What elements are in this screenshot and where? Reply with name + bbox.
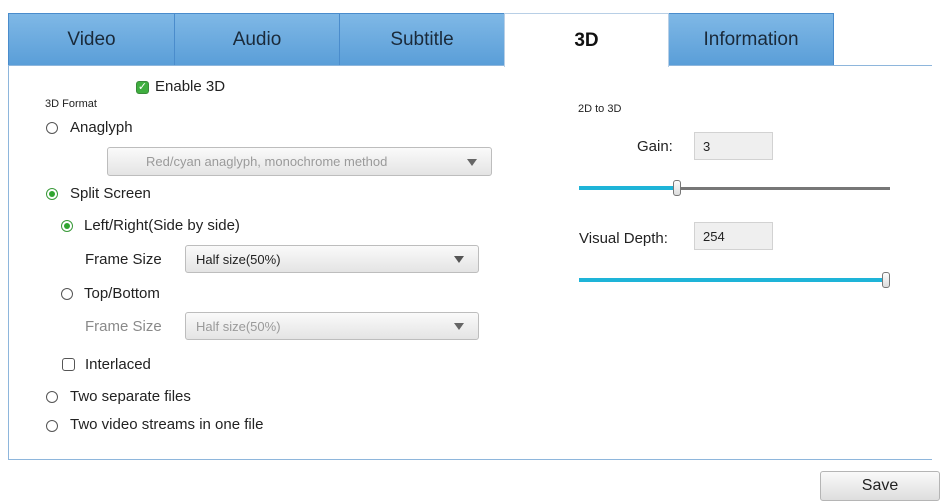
- lr-frame-size-label: Frame Size: [85, 251, 162, 268]
- visual-depth-slider[interactable]: [579, 272, 890, 288]
- left-right-label: Left/Right(Side by side): [84, 217, 240, 234]
- tb-frame-size-value: Half size(50%): [196, 318, 281, 334]
- top-bottom-label: Top/Bottom: [84, 285, 160, 302]
- save-button[interactable]: Save: [820, 471, 940, 501]
- visual-depth-input[interactable]: 254: [694, 222, 773, 250]
- gain-label: Gain:: [637, 138, 673, 155]
- depth-slider-handle[interactable]: [882, 272, 890, 288]
- tab-information[interactable]: Information: [668, 13, 834, 65]
- chevron-down-icon: [454, 256, 464, 263]
- enable-3d-checkbox[interactable]: ✓: [136, 81, 149, 94]
- tab-subtitle[interactable]: Subtitle: [339, 13, 505, 65]
- gain-value: 3: [703, 138, 711, 154]
- tb-frame-size-label: Frame Size: [85, 318, 162, 335]
- interlaced-label: Interlaced: [85, 356, 151, 373]
- split-screen-radio[interactable]: [46, 188, 58, 200]
- conversion-section-label: 2D to 3D: [578, 103, 622, 115]
- gain-slider-handle[interactable]: [673, 180, 681, 196]
- anaglyph-label: Anaglyph: [70, 119, 133, 136]
- save-button-label: Save: [861, 477, 899, 494]
- tab-3d-label: 3D: [574, 29, 599, 51]
- gain-slider-fill: [579, 186, 677, 190]
- visual-depth-label: Visual Depth:: [579, 230, 668, 247]
- gain-slider[interactable]: [579, 180, 890, 196]
- lr-frame-size-value: Half size(50%): [196, 251, 281, 267]
- two-files-label: Two separate files: [70, 388, 191, 405]
- anaglyph-method-value: Red/cyan anaglyph, monochrome method: [146, 154, 388, 169]
- two-streams-label: Two video streams in one file: [70, 416, 264, 433]
- tab-subtitle-label: Subtitle: [390, 28, 454, 50]
- depth-slider-fill: [579, 278, 886, 282]
- chevron-down-icon: [467, 158, 477, 166]
- two-files-radio[interactable]: [46, 391, 58, 403]
- chevron-down-icon: [454, 323, 464, 330]
- tab-audio[interactable]: Audio: [174, 13, 340, 65]
- lr-frame-size-select[interactable]: Half size(50%): [185, 245, 479, 273]
- tab-3d[interactable]: 3D: [504, 13, 669, 67]
- anaglyph-method-select[interactable]: Red/cyan anaglyph, monochrome method: [107, 147, 492, 176]
- tab-audio-label: Audio: [232, 28, 282, 50]
- split-screen-label: Split Screen: [70, 185, 151, 202]
- tab-video[interactable]: Video: [8, 13, 175, 65]
- two-streams-radio[interactable]: [46, 420, 58, 432]
- left-right-radio[interactable]: [61, 220, 73, 232]
- enable-3d-label: Enable 3D: [155, 78, 226, 95]
- top-bottom-radio[interactable]: [61, 288, 73, 300]
- tb-frame-size-select[interactable]: Half size(50%): [185, 312, 479, 340]
- anaglyph-radio[interactable]: [46, 122, 58, 134]
- gain-input[interactable]: 3: [694, 132, 773, 160]
- interlaced-checkbox[interactable]: [62, 358, 75, 371]
- tab-video-label: Video: [67, 28, 116, 50]
- tab-information-label: Information: [703, 28, 799, 50]
- visual-depth-value: 254: [703, 228, 725, 244]
- format-section-label: 3D Format: [45, 98, 97, 110]
